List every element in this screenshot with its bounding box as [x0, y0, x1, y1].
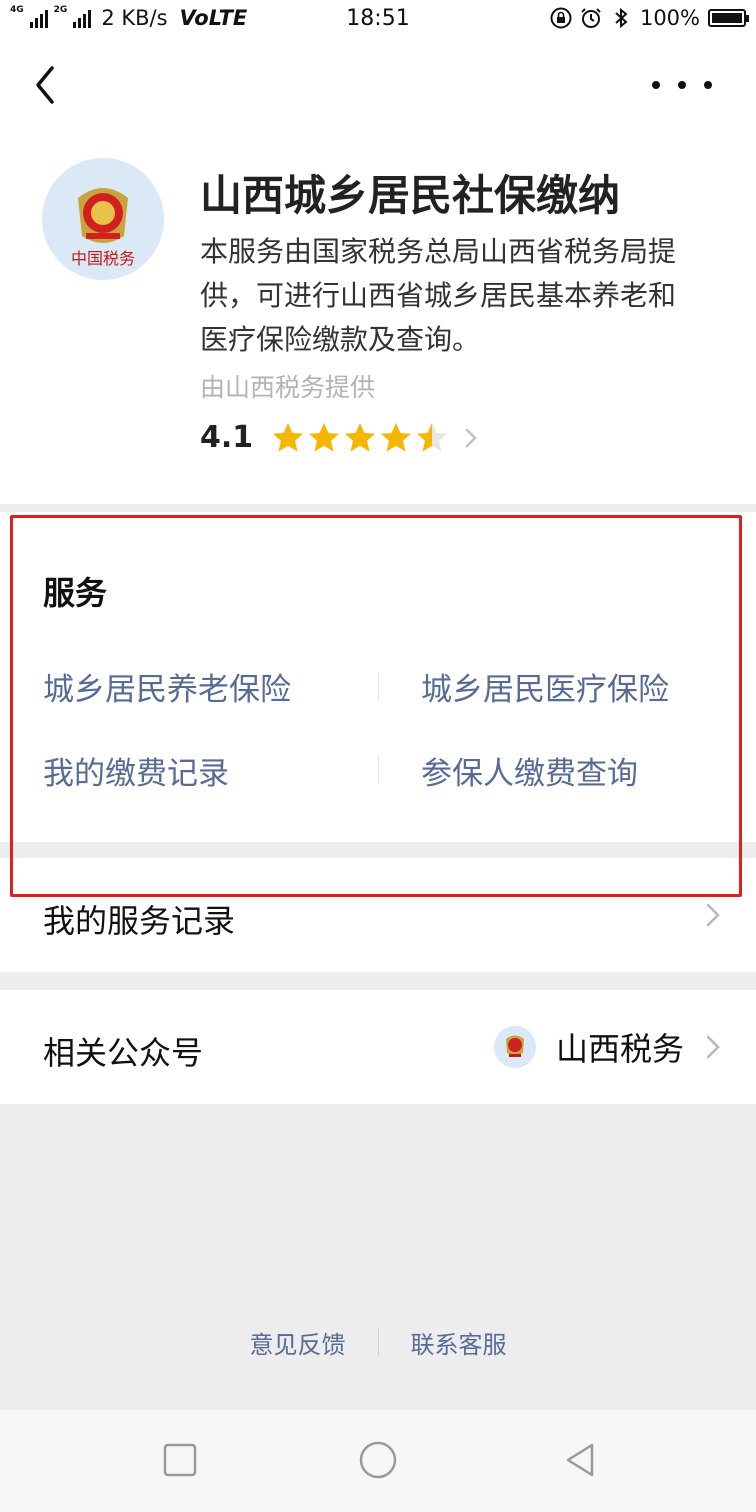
row-related-account[interactable]: 相关公众号 山西税务	[0, 990, 756, 1104]
account-avatar	[493, 1026, 536, 1068]
status-right: 100%	[550, 6, 749, 30]
contact-service-link[interactable]: 联系客服	[379, 1325, 539, 1360]
star-icon	[381, 422, 412, 451]
battery-icon	[708, 9, 749, 27]
tax-emblem-icon	[493, 1026, 536, 1068]
row-related-account-label: 相关公众号	[43, 1034, 204, 1072]
top-nav	[0, 40, 756, 130]
chevron-right-icon	[706, 903, 720, 927]
services-title: 服务	[43, 574, 108, 612]
service-medical-insurance[interactable]: 城乡居民医疗保险	[421, 664, 669, 709]
more-button[interactable]	[652, 70, 712, 100]
service-pension-insurance[interactable]: 城乡居民养老保险	[43, 664, 291, 709]
footer-links: 意见反馈 联系客服	[0, 1322, 756, 1362]
bluetooth-icon	[615, 7, 628, 29]
service-my-payment-records[interactable]: 我的缴费记录	[43, 748, 229, 793]
back-button[interactable]	[28, 62, 68, 108]
chevron-right-icon	[706, 1035, 720, 1059]
star-icon	[345, 422, 376, 451]
more-dot	[678, 81, 686, 89]
tax-emblem-icon: 中国税务	[42, 158, 164, 280]
lock-icon	[550, 7, 572, 29]
back-nav-icon[interactable]	[560, 1440, 600, 1480]
system-nav-bar	[0, 1410, 756, 1512]
service-divider	[378, 672, 379, 700]
rating-row[interactable]: 4.1	[200, 420, 481, 455]
status-bar: 4G 2G 2 KB/s VoLTE 18:51 100%	[0, 0, 756, 40]
service-divider	[378, 756, 379, 784]
recent-apps-icon[interactable]	[160, 1440, 200, 1480]
row-service-record-label: 我的服务记录	[43, 902, 236, 940]
row-service-record[interactable]: 我的服务记录	[0, 858, 756, 972]
related-account-name: 山西税务	[555, 1030, 684, 1068]
battery-percent: 100%	[639, 6, 700, 30]
services-section: 服务 城乡居民养老保险 城乡居民医疗保险 我的缴费记录 参保人缴费查询	[0, 512, 756, 842]
more-dot	[652, 81, 660, 89]
rating-stars	[271, 421, 449, 455]
alarm-icon	[581, 8, 601, 28]
provider-text: 由山西税务提供	[200, 373, 376, 402]
app-description: 本服务由国家税务总局山西省税务局提供，可进行山西省城乡居民基本养老和医疗保险缴款…	[200, 235, 677, 356]
app-header: 中国税务 山西城乡居民社保缴纳 本服务由国家税务总局山西省税务局提供，可进行山西…	[0, 130, 756, 504]
star-icon	[417, 422, 448, 451]
service-insured-payment-query[interactable]: 参保人缴费查询	[421, 748, 638, 793]
more-dot	[704, 81, 712, 89]
star-icon	[309, 422, 340, 451]
related-account-info: 山西税务	[493, 1024, 684, 1070]
home-icon[interactable]	[358, 1440, 398, 1480]
star-icon	[273, 422, 304, 451]
app-title: 山西城乡居民社保缴纳	[200, 171, 621, 220]
rating-value: 4.1	[200, 420, 254, 455]
chevron-right-icon	[465, 428, 477, 447]
logo-text: 中国税务	[71, 249, 135, 268]
feedback-link[interactable]: 意见反馈	[218, 1325, 378, 1360]
app-logo: 中国税务	[42, 158, 164, 280]
